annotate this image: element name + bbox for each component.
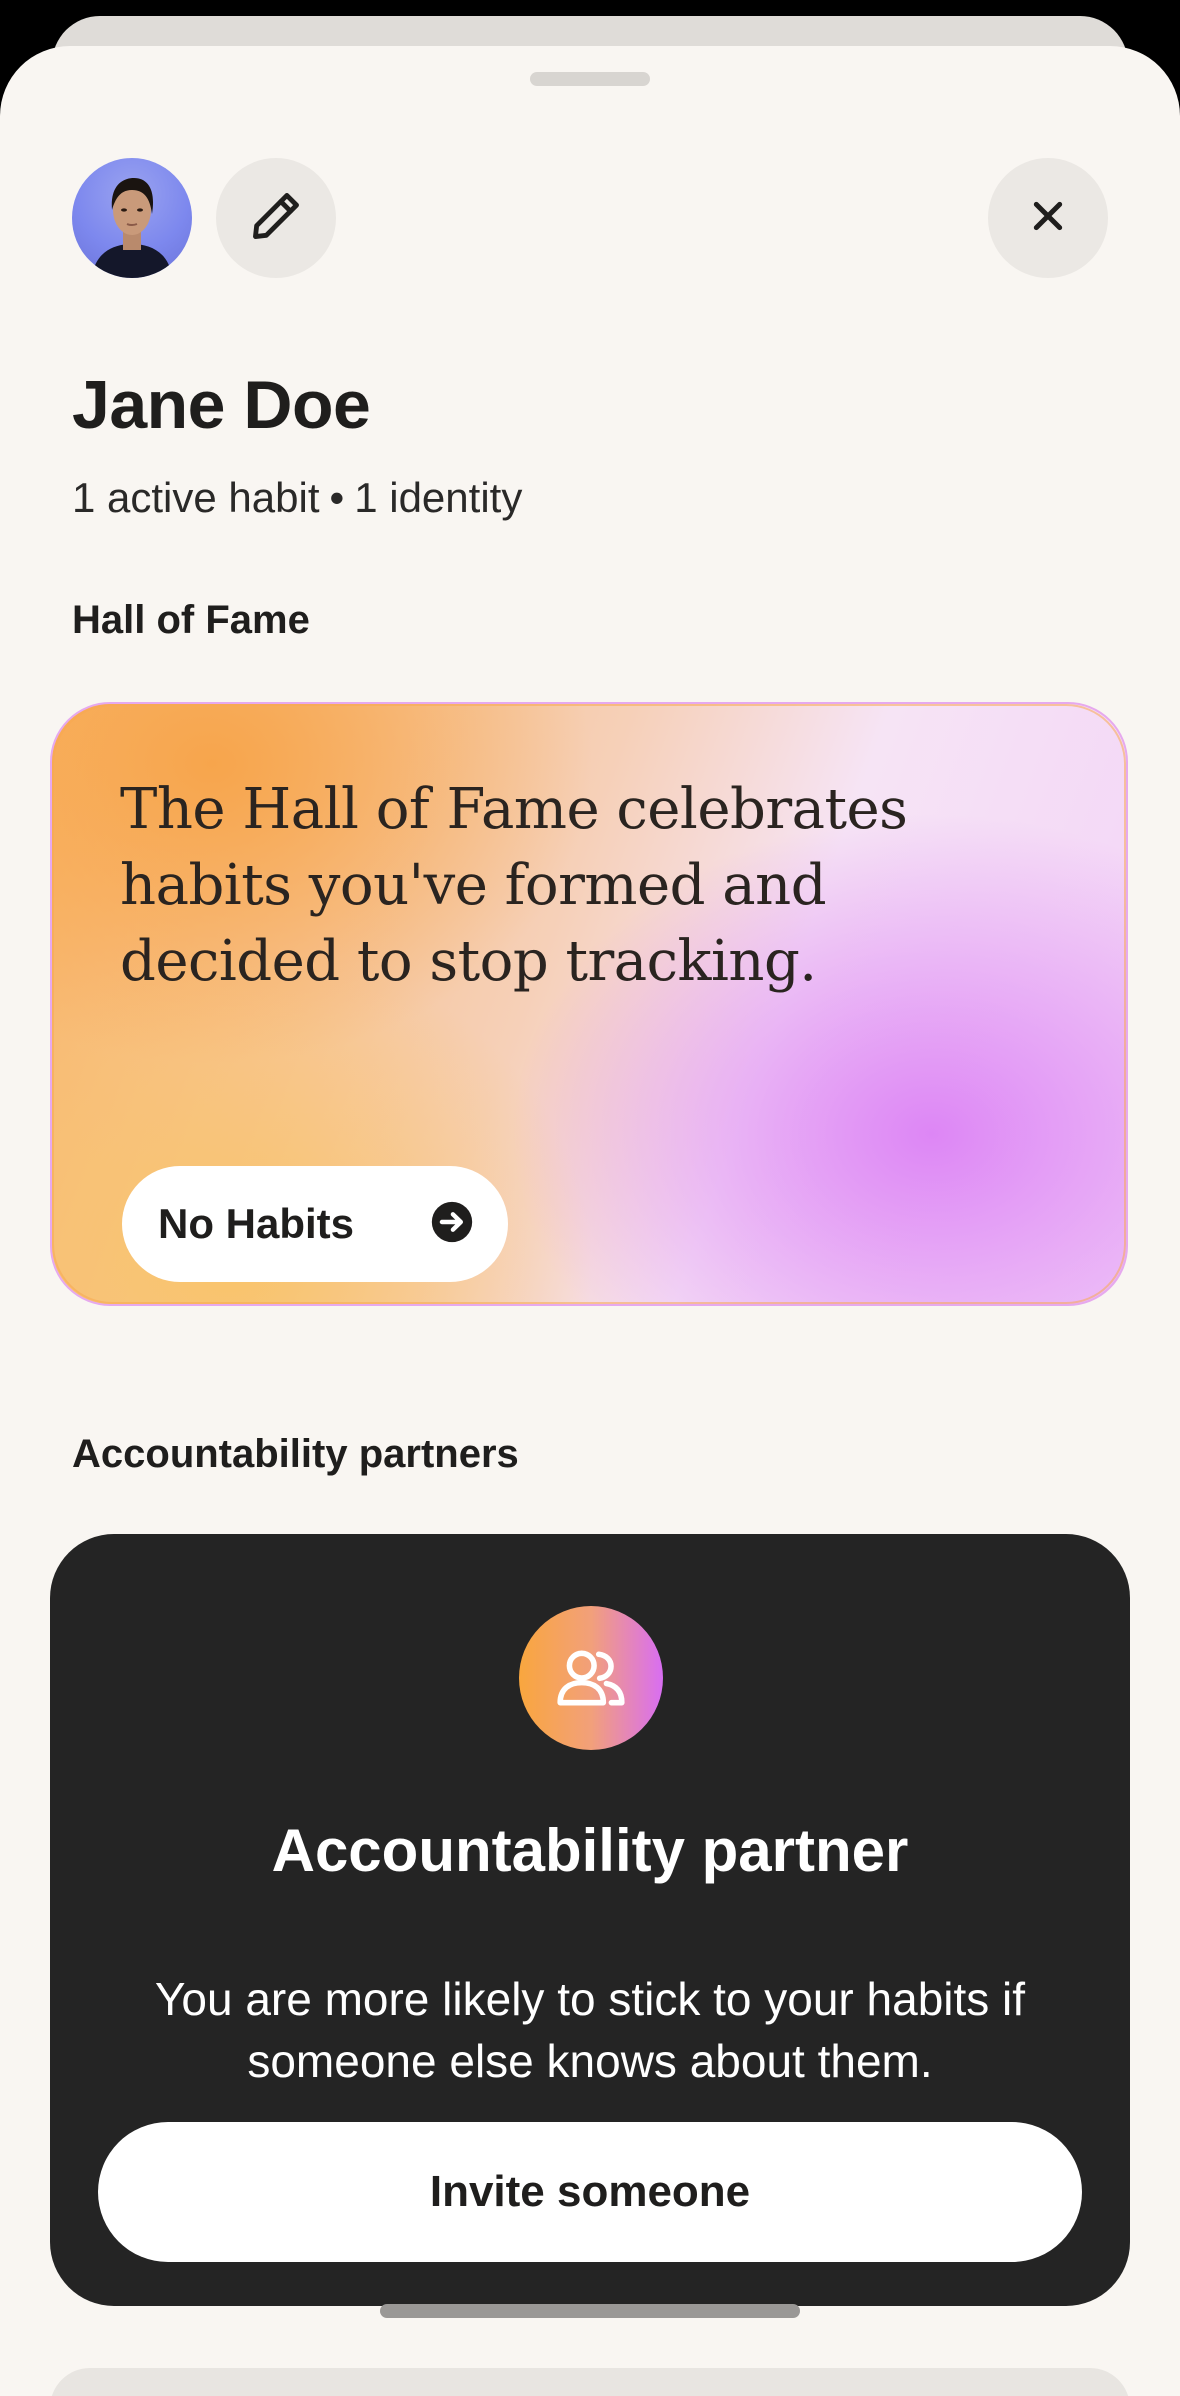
profile-sheet: Jane Doe 1 active habit • 1 identity Hall … (0, 46, 1180, 2396)
hall-of-fame-heading: Hall of Fame (72, 598, 310, 642)
pencil-icon (247, 187, 305, 250)
no-habits-button[interactable]: No Habits (122, 1166, 508, 1282)
close-icon (1028, 196, 1068, 241)
partner-card-description: You are more likely to stick to your hab… (154, 1973, 1026, 2087)
no-habits-label: No Habits (158, 1200, 355, 1247)
home-indicator[interactable] (380, 2304, 800, 2318)
close-button[interactable] (988, 158, 1108, 278)
sheet-grabber[interactable] (530, 72, 650, 86)
accountability-partners-heading: Accountability partners (72, 1432, 519, 1476)
identities-count: 1 identity (354, 474, 523, 521)
profile-name: Jane Doe (72, 367, 371, 443)
invite-someone-button[interactable]: Invite someone (98, 2122, 1082, 2262)
profile-stats: 1 active habit • 1 identity (72, 474, 522, 522)
users-icon (519, 1606, 663, 1750)
active-habits-count: 1 active habit (72, 474, 320, 521)
edit-profile-button[interactable] (216, 158, 336, 278)
stats-separator: • (329, 474, 345, 521)
next-section-card (50, 2368, 1130, 2396)
arrow-right-circle-icon (430, 1200, 474, 1249)
hall-of-fame-card: The Hall of Fame celebrates habits you'v… (50, 702, 1128, 1306)
accountability-partner-card: Accountability partner You are more like… (50, 1534, 1130, 2306)
hall-of-fame-description: The Hall of Fame celebrates habits you'v… (120, 777, 908, 994)
partner-card-title: Accountability partner (271, 1817, 909, 1884)
avatar[interactable] (72, 158, 192, 278)
